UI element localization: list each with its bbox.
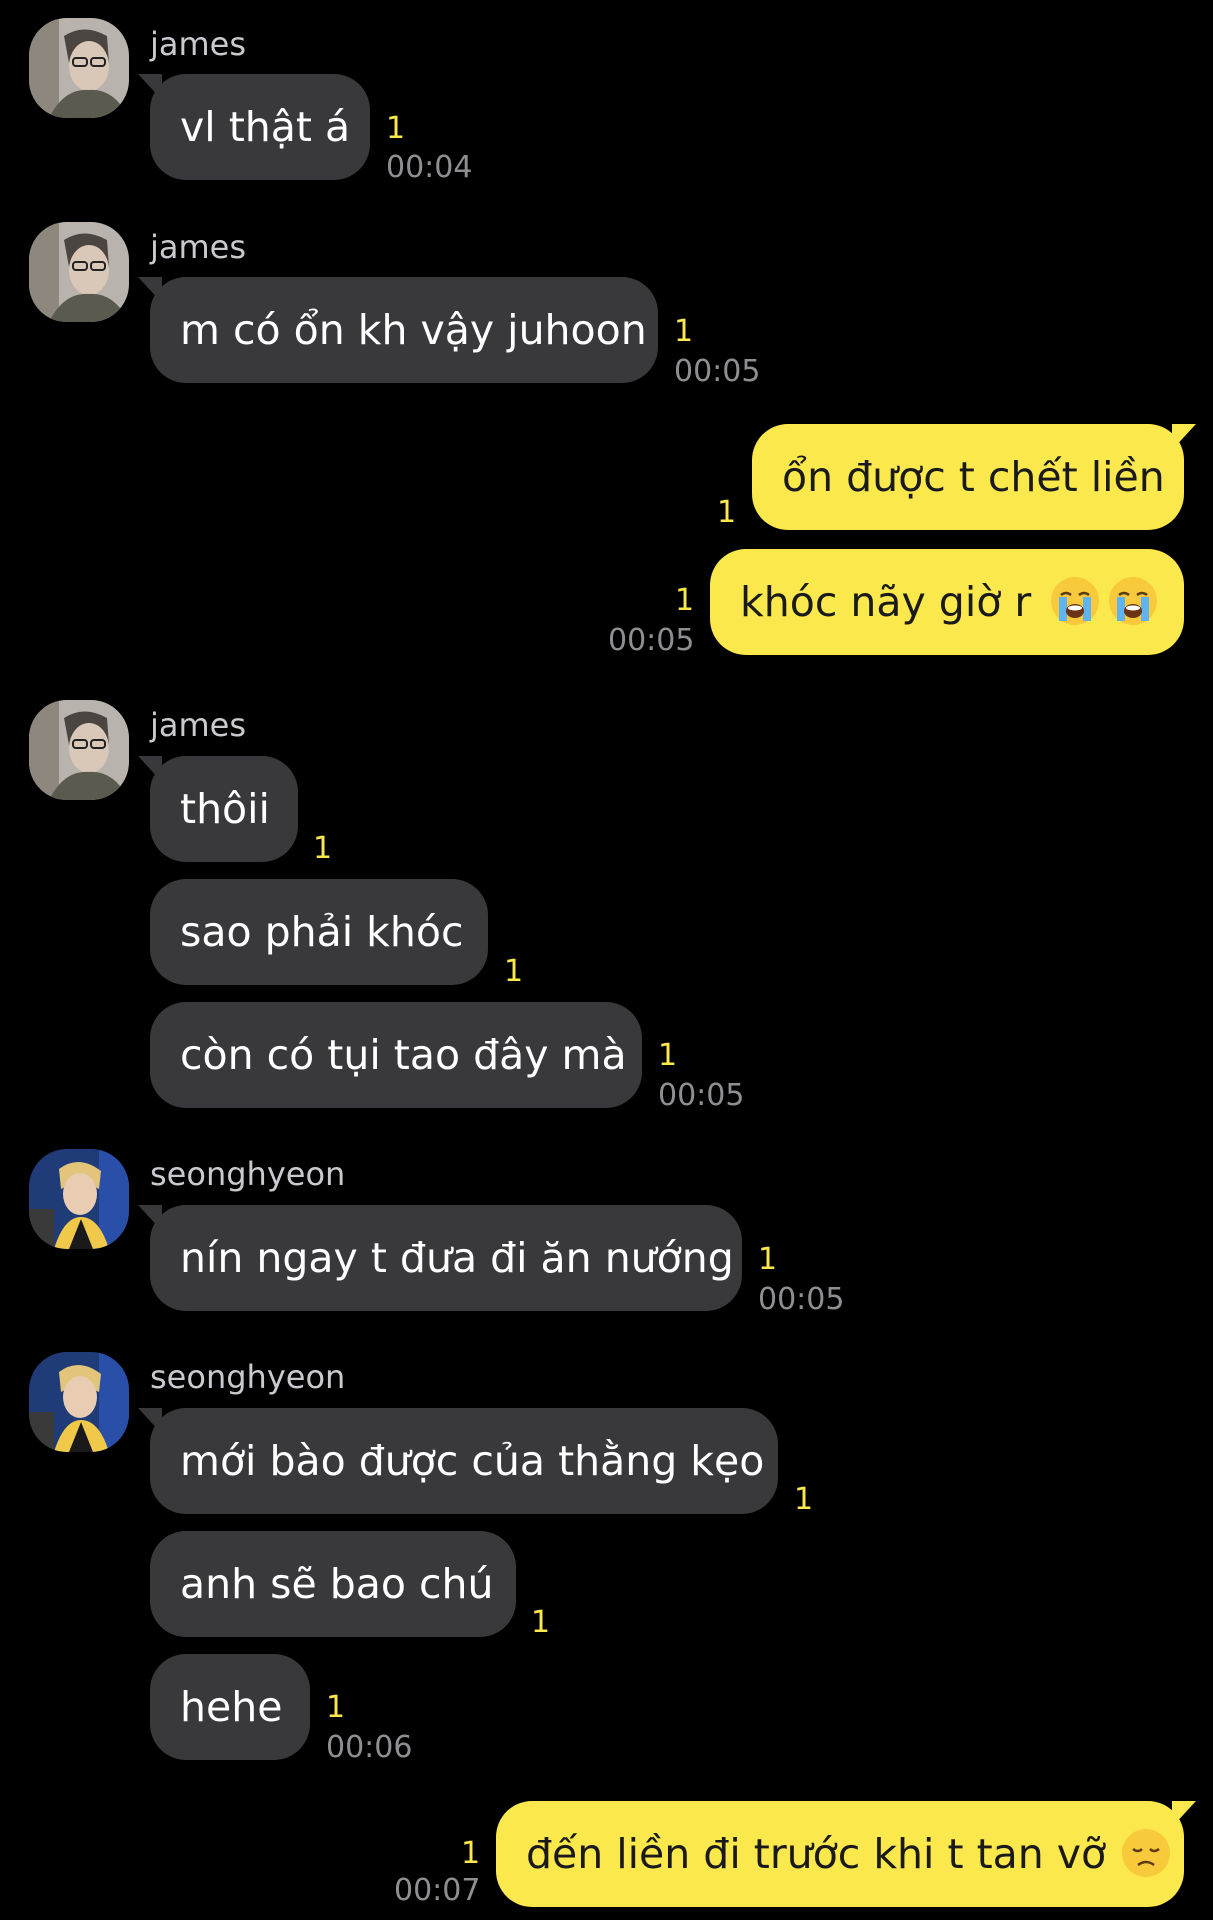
message-text: mới bào được của thằng kẹo [180,1437,765,1485]
timestamp: 00:05 [674,354,761,389]
message-text: sao phải khóc [180,908,464,956]
unread-count: 1 [313,831,333,866]
loudly-crying-face-icon [1107,575,1159,627]
unread-count: 1 [675,583,695,618]
message-bubble[interactable]: còn có tụi tao đây mà [150,1002,642,1108]
unread-count: 1 [386,111,406,146]
avatar[interactable] [29,18,129,118]
timestamp: 00:04 [386,150,473,185]
message-bubble[interactable]: m có ổn kh vậy juhoon [138,277,658,383]
unread-count: 1 [461,1836,481,1871]
avatar[interactable] [29,222,129,322]
message-bubble[interactable]: ổn được t chết liền [752,424,1196,530]
avatar[interactable] [29,700,129,800]
unread-count: 1 [794,1482,814,1517]
message-text: đến liền đi trước khi t tan vỡ [526,1830,1107,1878]
timestamp: 00:05 [758,1282,845,1317]
message-bubble[interactable]: nín ngay t đưa đi ăn nướng [138,1205,742,1311]
unread-count: 1 [531,1605,551,1640]
unread-count: 1 [674,314,694,349]
message-bubble[interactable]: mới bào được của thằng kẹo [138,1408,778,1514]
message-text: còn có tụi tao đây mà [180,1031,627,1079]
unread-count: 1 [717,495,737,530]
message-text: m có ổn kh vậy juhoon [180,306,647,354]
sender-name: seonghyeon [150,1358,346,1396]
message-text: ổn được t chết liền [782,453,1165,501]
sender-name: james [150,228,247,266]
avatar[interactable] [29,1352,129,1452]
message-bubble[interactable]: khóc nãy giờ r [710,549,1184,655]
sender-name: james [150,706,247,744]
unread-count: 1 [326,1690,346,1725]
loudly-crying-face-icon [1049,575,1101,627]
message-bubble[interactable]: đến liền đi trước khi t tan vỡ [496,1801,1196,1907]
message-bubble[interactable]: vl thật á [138,74,370,180]
sender-name: seonghyeon [150,1155,346,1193]
message-bubble[interactable]: thôii [138,756,298,862]
message-text: khóc nãy giờ r [740,578,1032,626]
message-bubble[interactable]: sao phải khóc [150,879,488,985]
message-text: thôii [180,785,270,833]
timestamp: 00:07 [394,1873,481,1908]
timestamp: 00:05 [608,623,695,658]
message-text: nín ngay t đưa đi ăn nướng [180,1234,734,1282]
unread-count: 1 [658,1038,678,1073]
message-text: anh sẽ bao chú [180,1560,494,1608]
timestamp: 00:06 [326,1730,413,1765]
message-text: hehe [180,1683,283,1731]
sender-name: james [150,25,247,63]
message-text: vl thật á [180,103,351,151]
message-bubble[interactable]: hehe [150,1654,310,1760]
timestamp: 00:05 [658,1078,745,1113]
unread-count: 1 [758,1242,778,1277]
unread-count: 1 [504,954,524,989]
disappointed-face-icon [1120,1827,1172,1879]
avatar[interactable] [29,1149,129,1249]
message-bubble[interactable]: anh sẽ bao chú [150,1531,516,1637]
